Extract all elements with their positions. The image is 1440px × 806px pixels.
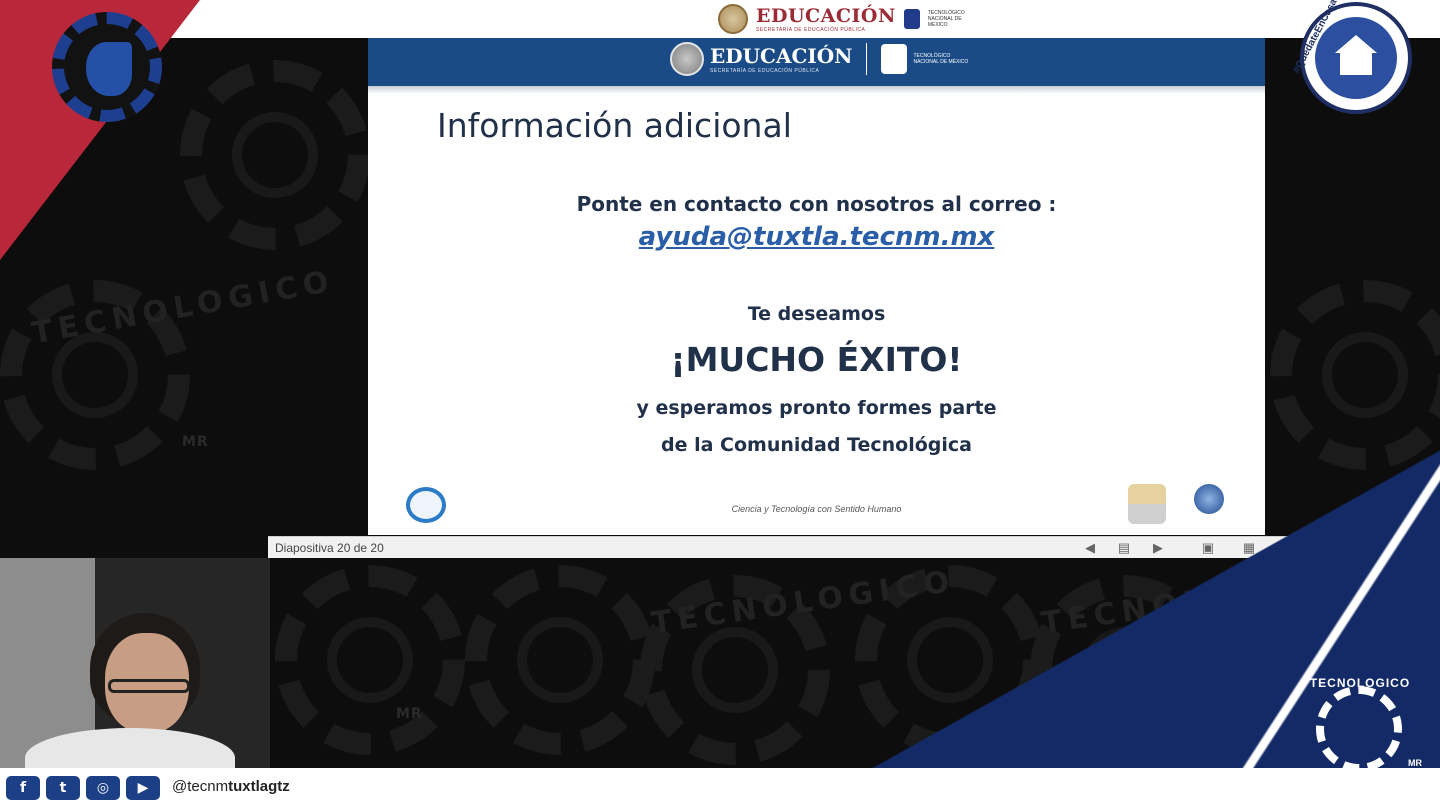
twitter-icon[interactable]: t bbox=[46, 776, 80, 800]
bg-gear-icon bbox=[180, 60, 370, 250]
webcam-feed bbox=[0, 558, 270, 768]
slide-counter: Diapositiva 20 de 20 bbox=[275, 541, 384, 555]
top-tecnm-text: TECNOLÓGICO NACIONAL DE MÉXICO bbox=[927, 10, 965, 28]
social-bar: f t ◎ ▶ @tecnmtuxtlagtz bbox=[0, 768, 1440, 806]
bg-watermark-mr: MR bbox=[396, 706, 423, 722]
slide-edu-title: EDUCACIÓN bbox=[710, 44, 853, 68]
closing-line-2: de la Comunidad Tecnológica bbox=[661, 434, 972, 456]
tec-gear-logo-icon bbox=[52, 12, 162, 122]
slide-edu-logo: EDUCACIÓN SECRETARÍA DE EDUCACIÓN PÚBLIC… bbox=[710, 44, 852, 74]
success-heading: ¡MUCHO ÉXITO! bbox=[670, 340, 963, 379]
gear-icon bbox=[1316, 686, 1402, 772]
certification-logo-icon bbox=[1128, 484, 1166, 524]
next-slide-icon[interactable]: ▶ bbox=[1150, 540, 1166, 556]
globe-logo-icon bbox=[1194, 484, 1224, 514]
tecnm-logo-icon bbox=[903, 9, 920, 29]
social-handle: @tecnmtuxtlagtz bbox=[172, 778, 290, 795]
bg-gear-icon bbox=[465, 565, 655, 755]
mexico-seal-icon bbox=[670, 42, 704, 76]
prev-slide-icon[interactable]: ◀ bbox=[1082, 540, 1098, 556]
top-bar: EDUCACIÓN SECRETARÍA DE EDUCACIÓN PÚBLIC… bbox=[0, 0, 1440, 38]
social-icons: f t ◎ ▶ bbox=[6, 776, 160, 800]
stream-canvas: TECNOLOGICO TECNOLOGICO TECNOLOGICO MR M… bbox=[0, 0, 1440, 806]
tec-logo-bottom-right: TECNOLOGICO MR bbox=[1302, 676, 1422, 776]
mexico-seal-icon bbox=[718, 4, 748, 34]
tec-logo-mr: MR bbox=[1408, 758, 1422, 768]
header-divider bbox=[866, 43, 868, 75]
notes-icon[interactable]: ▤ bbox=[1116, 540, 1132, 556]
slide-sorter-icon[interactable]: ▦ bbox=[1241, 540, 1257, 556]
social-handle-bold: tuxtlagtz bbox=[228, 778, 290, 795]
house-icon bbox=[1335, 35, 1377, 75]
slide-tecnm-text: TECNOLÓGICO NACIONAL DE MÉXICO bbox=[913, 53, 969, 65]
bg-gear-icon bbox=[1270, 280, 1440, 470]
bg-watermark-mr: MR bbox=[182, 434, 209, 450]
badge-circle bbox=[1315, 17, 1397, 99]
facebook-icon[interactable]: f bbox=[6, 776, 40, 800]
top-edu-logo: EDUCACIÓN SECRETARÍA DE EDUCACIÓN PÚBLIC… bbox=[756, 5, 896, 33]
slide-header-shadow bbox=[368, 86, 1265, 94]
presentation-slide: EDUCACIÓN SECRETARÍA DE EDUCACIÓN PÚBLIC… bbox=[368, 38, 1265, 535]
quedate-en-casa-badge: #QuédateEnCasa bbox=[1291, 0, 1412, 114]
tecnm-logo-icon bbox=[881, 44, 908, 74]
webcam-person-glasses bbox=[108, 679, 190, 693]
reading-view-icon[interactable]: ▥ bbox=[1282, 540, 1298, 556]
contact-email-link[interactable]: ayuda@tuxtla.tecnm.mx bbox=[368, 222, 1265, 252]
bg-gear-icon bbox=[275, 565, 465, 755]
instagram-icon[interactable]: ◎ bbox=[86, 776, 120, 800]
slide-edu-subtitle: SECRETARÍA DE EDUCACIÓN PÚBLICA bbox=[710, 68, 820, 74]
slide-header-logos: EDUCACIÓN SECRETARÍA DE EDUCACIÓN PÚBLIC… bbox=[670, 42, 973, 76]
wish-label: Te deseamos bbox=[747, 303, 886, 325]
closing-line-1: y esperamos pronto formes parte bbox=[636, 397, 997, 419]
normal-view-icon[interactable]: ▣ bbox=[1200, 540, 1216, 556]
youtube-icon[interactable]: ▶ bbox=[126, 776, 160, 800]
contact-label: Ponte en contacto con nosotros al correo… bbox=[576, 192, 1057, 216]
slideshow-icon[interactable]: ▭ bbox=[1322, 540, 1338, 556]
slide-header: EDUCACIÓN SECRETARÍA DE EDUCACIÓN PÚBLIC… bbox=[368, 38, 1265, 86]
presentation-status-bar: Diapositiva 20 de 20 ◀ ▤ ▶ ▣ ▦ ▥ ▭ bbox=[268, 536, 1363, 558]
bg-watermark-mr: MR bbox=[1210, 718, 1237, 734]
slide-title: Información adicional bbox=[437, 106, 792, 145]
social-handle-prefix: @tecnm bbox=[172, 778, 229, 795]
top-logo-group: EDUCACIÓN SECRETARÍA DE EDUCACIÓN PÚBLIC… bbox=[718, 4, 974, 34]
top-edu-title: EDUCACIÓN bbox=[756, 5, 896, 27]
top-edu-subtitle: SECRETARÍA DE EDUCACIÓN PÚBLICA bbox=[756, 27, 866, 33]
